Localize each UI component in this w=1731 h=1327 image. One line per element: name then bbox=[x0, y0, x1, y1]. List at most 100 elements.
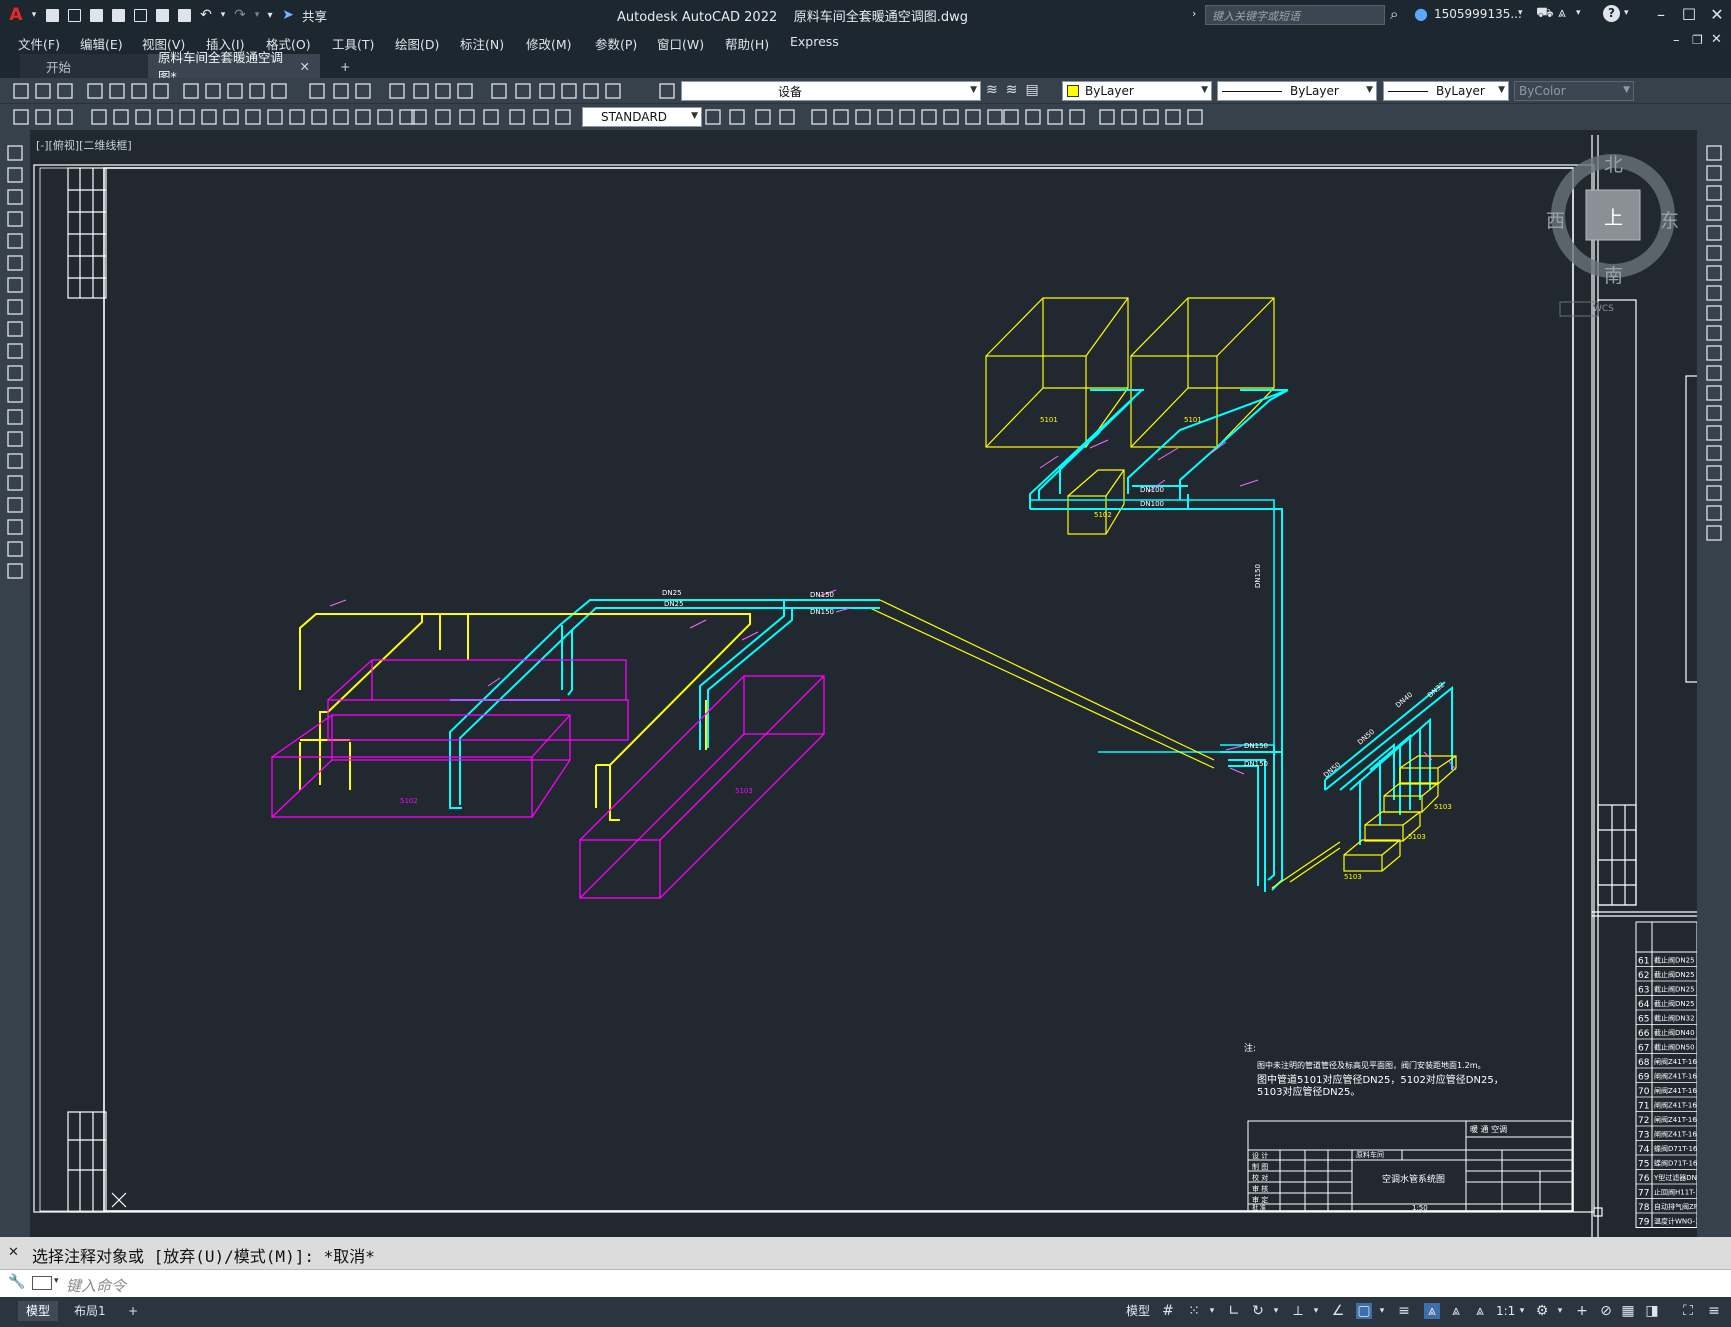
toolbar-tool-icon[interactable] bbox=[7, 299, 23, 315]
add-layout-button[interactable]: + bbox=[120, 1301, 146, 1321]
menu-window[interactable]: 窗口(W) bbox=[657, 34, 704, 53]
toolbar-tool-icon[interactable] bbox=[1187, 109, 1203, 125]
toolbar-tool-icon[interactable] bbox=[7, 189, 23, 205]
toolbar-tool-icon[interactable] bbox=[1706, 505, 1722, 521]
toolbar-tool-icon[interactable] bbox=[7, 497, 23, 513]
menu-help[interactable]: 帮助(H) bbox=[725, 34, 769, 53]
menu-tools[interactable]: 工具(T) bbox=[332, 34, 374, 53]
toolbar-tool-icon[interactable] bbox=[113, 109, 129, 125]
scale-dropdown-icon[interactable]: ▾ bbox=[1514, 1303, 1530, 1319]
toolbar-tool-icon[interactable] bbox=[183, 83, 199, 99]
ucs-menu[interactable]: WCS bbox=[1593, 304, 1614, 314]
toolbar-tool-icon[interactable] bbox=[311, 109, 327, 125]
toolbar-tool-icon[interactable] bbox=[7, 409, 23, 425]
color-dropdown[interactable]: ByLayer ▼ bbox=[1062, 81, 1212, 101]
linetype-dropdown[interactable]: ByLayer ▼ bbox=[1217, 81, 1377, 101]
toolbar-tool-icon[interactable] bbox=[921, 109, 937, 125]
object-snap-dropdown-icon[interactable]: ▾ bbox=[1374, 1303, 1390, 1319]
toolbar-tool-icon[interactable] bbox=[1003, 109, 1019, 125]
viewport-controls[interactable]: [-][俯视][二维线框] bbox=[36, 137, 132, 153]
toolbar-tool-icon[interactable] bbox=[435, 83, 451, 99]
customize-statusbar-icon[interactable]: ≡ bbox=[1706, 1303, 1722, 1319]
redo-dropdown-icon[interactable]: ▾ bbox=[252, 5, 262, 25]
close-window-icon[interactable]: ✕ bbox=[1705, 4, 1729, 26]
toolbar-tool-icon[interactable] bbox=[7, 145, 23, 161]
toolbar-tool-icon[interactable] bbox=[7, 563, 23, 579]
toolbar-tool-icon[interactable] bbox=[389, 83, 405, 99]
toolbar-tool-icon[interactable] bbox=[1706, 365, 1722, 381]
toolbar-tool-icon[interactable] bbox=[729, 109, 745, 125]
toolbar-tool-icon[interactable] bbox=[583, 83, 599, 99]
customize-qat-icon[interactable]: ▾ bbox=[264, 5, 276, 25]
save-to-web-icon[interactable] bbox=[152, 5, 172, 25]
toolbar-tool-icon[interactable] bbox=[131, 83, 147, 99]
annotation-scale-icon[interactable]: ⩓ bbox=[1472, 1303, 1488, 1319]
object-snap-icon[interactable]: ▢ bbox=[1356, 1303, 1372, 1319]
command-customize-icon[interactable]: 🔧 bbox=[8, 1274, 25, 1290]
toolbar-tool-icon[interactable] bbox=[7, 519, 23, 535]
toolbar-tool-icon[interactable] bbox=[7, 541, 23, 557]
search-icon[interactable]: ⌕ bbox=[1390, 5, 1398, 23]
recent-commands-chevron-icon[interactable]: ▾ bbox=[54, 1276, 59, 1286]
auto-scale-icon[interactable]: ⩓ bbox=[1448, 1303, 1464, 1319]
toolbar-tool-icon[interactable] bbox=[1121, 109, 1137, 125]
toolbar-tool-icon[interactable] bbox=[1706, 345, 1722, 361]
undo-icon[interactable]: ↶ bbox=[196, 5, 216, 25]
toolbar-tool-icon[interactable] bbox=[7, 233, 23, 249]
viewcube-top-face[interactable]: 上 bbox=[1604, 203, 1623, 230]
toolbar-tool-icon[interactable] bbox=[483, 109, 499, 125]
toolbar-tool-icon[interactable] bbox=[35, 83, 51, 99]
menu-file[interactable]: 文件(F) bbox=[18, 34, 60, 53]
toolbar-tool-icon[interactable] bbox=[1706, 445, 1722, 461]
toolbar-tool-icon[interactable] bbox=[355, 109, 371, 125]
autocad-logo-icon[interactable]: A bbox=[6, 5, 26, 25]
polar-icon[interactable]: ↻ bbox=[1250, 1303, 1266, 1319]
new-file-icon[interactable] bbox=[42, 5, 62, 25]
toolbar-tool-icon[interactable] bbox=[515, 83, 531, 99]
toolbar-tool-icon[interactable] bbox=[205, 83, 221, 99]
lineweight-dropdown[interactable]: ByLayer ▼ bbox=[1383, 81, 1509, 101]
toolbar-tool-icon[interactable] bbox=[899, 109, 915, 125]
viewcube-east[interactable]: 东 bbox=[1660, 206, 1679, 233]
toolbar-tool-icon[interactable] bbox=[91, 109, 107, 125]
annotation-visibility-icon[interactable]: ⩓ bbox=[1424, 1303, 1440, 1319]
redo-icon[interactable]: ↷ bbox=[230, 5, 250, 25]
toolbar-tool-icon[interactable] bbox=[779, 109, 795, 125]
object-snap-tracking-icon[interactable]: ∠ bbox=[1330, 1303, 1346, 1319]
viewcube-west[interactable]: 西 bbox=[1546, 206, 1565, 233]
user-icon[interactable]: ● bbox=[1414, 4, 1428, 23]
isolate-objects-icon[interactable]: ◨ bbox=[1644, 1303, 1660, 1319]
polar-dropdown-icon[interactable]: ▾ bbox=[1268, 1303, 1284, 1319]
isodraft-icon[interactable]: ⟂ bbox=[1290, 1303, 1306, 1319]
toolbar-tool-icon[interactable] bbox=[1706, 205, 1722, 221]
search-input[interactable]: 键入关键字或短语 bbox=[1205, 5, 1385, 25]
toolbar-tool-icon[interactable] bbox=[7, 365, 23, 381]
drawing-svg[interactable]: 61 截止阀DN25 62 截止阀DN25 63 截止阀DN25 64 截止阀DN25 65 截止… bbox=[30, 130, 1697, 1237]
toolbar-tool-icon[interactable] bbox=[705, 109, 721, 125]
toolbar-tool-icon[interactable] bbox=[533, 109, 549, 125]
toolbar-tool-icon[interactable] bbox=[539, 83, 555, 99]
autodesk-a360-icon[interactable]: ⩓ bbox=[1558, 5, 1566, 21]
toolbar-tool-icon[interactable] bbox=[1706, 245, 1722, 261]
drawing-canvas[interactable]: 61 截止阀DN25 62 截止阀DN25 63 截止阀DN25 64 截止阀DN25 65 截止… bbox=[30, 130, 1697, 1237]
toolbar-tool-icon[interactable] bbox=[223, 109, 239, 125]
toolbar-tool-icon[interactable] bbox=[755, 109, 771, 125]
maximize-icon[interactable]: ☐ bbox=[1677, 4, 1701, 26]
toolbar-tool-icon[interactable] bbox=[7, 387, 23, 403]
toolbar-tool-icon[interactable] bbox=[987, 109, 1003, 125]
toolbar-tool-icon[interactable] bbox=[109, 83, 125, 99]
layer-tools-icons[interactable]: ≋≋▤ bbox=[986, 82, 1047, 98]
doc-restore-icon[interactable]: ❐ bbox=[1692, 33, 1703, 47]
units-icon[interactable]: ⊘ bbox=[1598, 1303, 1614, 1319]
toolbar-tool-icon[interactable] bbox=[1706, 485, 1722, 501]
help-dropdown-icon[interactable]: ▾ bbox=[1624, 8, 1629, 18]
toolbar-tool-icon[interactable] bbox=[7, 211, 23, 227]
new-tab-button[interactable]: + bbox=[330, 54, 360, 78]
toolbar-tool-icon[interactable] bbox=[965, 109, 981, 125]
menu-parametric[interactable]: 参数(P) bbox=[595, 34, 637, 53]
toolbar-tool-icon[interactable] bbox=[227, 83, 243, 99]
toolbar-tool-icon[interactable] bbox=[1706, 385, 1722, 401]
toolbar-tool-icon[interactable] bbox=[491, 83, 507, 99]
a360-dropdown-icon[interactable]: ▾ bbox=[1576, 8, 1581, 18]
toolbar-tool-icon[interactable] bbox=[1706, 285, 1722, 301]
